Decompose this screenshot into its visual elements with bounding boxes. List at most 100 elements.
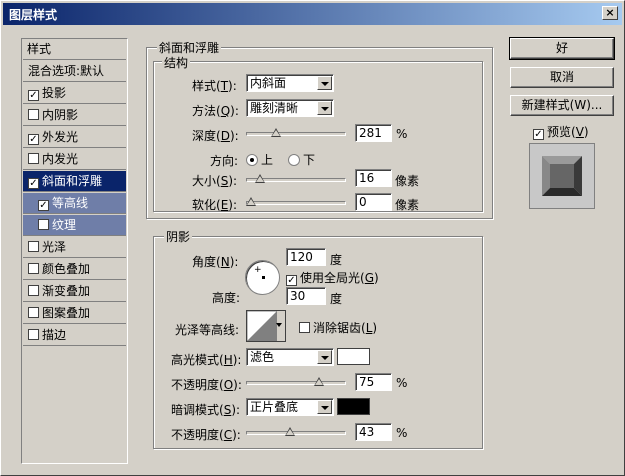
chevron-down-icon — [317, 101, 332, 115]
direction-down-radio[interactable]: 下 — [288, 151, 315, 168]
style-list-item[interactable]: 图案叠加 — [23, 303, 126, 324]
shadow-mode-select[interactable]: 正片叠底 — [246, 398, 334, 416]
style-label: 样式(T): — [192, 79, 237, 93]
depth-slider[interactable] — [246, 125, 346, 143]
contour-linear-icon — [247, 311, 277, 341]
preview-swatch-icon — [542, 156, 582, 196]
style-list-item[interactable]: 纹理 — [23, 215, 126, 236]
soften-slider-thumb[interactable] — [246, 197, 256, 206]
shadow-opacity-input[interactable]: 43 — [355, 423, 392, 441]
style-list-item-label: 外发光 — [42, 130, 79, 144]
crosshair-icon: + — [254, 265, 262, 275]
checkbox-empty-icon[interactable] — [28, 109, 39, 120]
checkbox-empty-icon[interactable] — [28, 285, 39, 296]
check-icon: ✓ — [286, 275, 297, 286]
angle-input[interactable]: 120 — [286, 248, 326, 266]
highlight-opacity-slider[interactable] — [246, 374, 346, 392]
global-light-checkbox[interactable]: ✓ 使用全局光(G) — [286, 269, 379, 286]
depth-input[interactable]: 281 — [355, 124, 392, 142]
direction-label: 方向: — [210, 154, 239, 168]
checkbox-empty-icon[interactable] — [38, 219, 49, 230]
depth-unit: % — [396, 127, 408, 141]
technique-select[interactable]: 雕刻清晰 — [246, 99, 334, 117]
style-list-item-label: 内发光 — [42, 152, 79, 166]
style-list-item[interactable]: 描边 — [23, 325, 126, 346]
size-input[interactable]: 16 — [355, 169, 392, 187]
style-list-item-label: 纹理 — [52, 218, 77, 232]
style-list-item-label: 等高线 — [52, 196, 89, 210]
close-button[interactable]: × — [602, 6, 618, 20]
highlight-opacity-thumb[interactable] — [314, 377, 324, 386]
style-list-item[interactable]: 内阴影 — [23, 105, 126, 126]
size-slider[interactable] — [246, 171, 346, 189]
structure-title: 结构 — [162, 54, 191, 71]
style-list-item[interactable]: ✓ 等高线 — [23, 193, 126, 214]
highlight-opacity-input[interactable]: 75 — [355, 373, 392, 391]
shadow-opacity-track — [246, 431, 346, 435]
gloss-contour-picker[interactable] — [246, 310, 286, 342]
shading-title: 阴影 — [164, 228, 193, 245]
antialias-checkbox[interactable]: 消除锯齿(L) — [299, 319, 377, 336]
soften-input[interactable]: 0 — [355, 193, 392, 211]
shadow-opacity-slider[interactable] — [246, 424, 346, 442]
style-list-item-label: 颜色叠加 — [42, 262, 91, 276]
highlight-color-swatch[interactable] — [337, 348, 370, 365]
style-list-item[interactable]: 内发光 — [23, 149, 126, 170]
style-list-item[interactable]: ✓ 外发光 — [23, 127, 126, 148]
preview-checkbox[interactable]: ✓ 预览(V) — [533, 123, 589, 140]
angle-dial[interactable]: + — [245, 260, 280, 295]
style-select[interactable]: 内斜面 — [246, 74, 334, 92]
checkbox-empty-icon[interactable] — [28, 263, 39, 274]
highlight-mode-value: 滤色 — [250, 350, 275, 364]
checkbox-empty-icon[interactable] — [28, 307, 39, 318]
highlight-mode-select[interactable]: 滤色 — [246, 348, 334, 366]
style-list-item[interactable]: ✓ 斜面和浮雕 — [23, 171, 126, 192]
technique-label: 方法(Q): — [192, 104, 239, 118]
highlight-opacity-unit: % — [396, 376, 408, 390]
depth-slider-thumb[interactable] — [271, 128, 281, 137]
radio-off-icon — [288, 154, 300, 166]
style-list-item-label: 描边 — [42, 328, 67, 342]
shadow-mode-label: 暗调模式(S): — [171, 403, 241, 417]
technique-select-value: 雕刻清晰 — [250, 101, 299, 115]
style-list-item[interactable]: 渐变叠加 — [23, 281, 126, 302]
layer-style-dialog: 图层样式 × 样式 混合选项:默认 ✓ 投影 内阴影 ✓ 外发光 内发光 ✓ 斜面和浮雕 ✓ 等高线纹… — [0, 0, 625, 476]
check-icon[interactable]: ✓ — [28, 90, 39, 101]
soften-slider[interactable] — [246, 194, 346, 212]
chevron-down-icon — [317, 350, 332, 364]
soften-unit: 像素 — [395, 198, 420, 212]
title-bar[interactable]: 图层样式 × — [3, 3, 622, 25]
style-list: 样式 混合选项:默认 ✓ 投影 内阴影 ✓ 外发光 内发光 ✓ 斜面和浮雕 ✓ 等高线 纹理 光泽 颜色叠加… — [21, 38, 128, 464]
checkbox-empty-icon[interactable] — [28, 153, 39, 164]
check-icon[interactable]: ✓ — [28, 178, 39, 189]
gloss-contour-label: 光泽等高线: — [175, 323, 240, 337]
style-list-item-label: 投影 — [42, 86, 67, 100]
cancel-button[interactable]: 取消 — [510, 67, 614, 88]
style-list-item[interactable]: 样式 — [23, 39, 126, 60]
style-list-item[interactable]: 颜色叠加 — [23, 259, 126, 280]
check-icon[interactable]: ✓ — [28, 134, 39, 145]
size-slider-thumb[interactable] — [255, 174, 265, 183]
altitude-input[interactable]: 30 — [286, 287, 326, 305]
style-list-item[interactable]: 混合选项:默认 — [23, 61, 126, 82]
direction-up-radio[interactable]: 上 — [246, 151, 273, 168]
checkbox-empty-icon — [299, 322, 310, 333]
style-list-item[interactable]: ✓ 投影 — [23, 83, 126, 104]
style-list-item-label: 渐变叠加 — [42, 284, 91, 298]
shadow-color-swatch[interactable] — [337, 398, 370, 415]
depth-label: 深度(D): — [192, 129, 239, 143]
shadow-opacity-label: 不透明度(C): — [171, 428, 241, 442]
ok-button[interactable]: 好 — [509, 37, 615, 60]
radio-on-icon — [246, 154, 258, 166]
checkbox-empty-icon[interactable] — [28, 329, 39, 340]
shadow-mode-value: 正片叠底 — [250, 400, 299, 414]
shadow-opacity-thumb[interactable] — [285, 427, 295, 436]
size-unit: 像素 — [395, 174, 420, 188]
check-icon[interactable]: ✓ — [38, 200, 49, 211]
angle-dial-dot — [262, 276, 265, 279]
size-label: 大小(S): — [192, 174, 238, 188]
style-list-item[interactable]: 光泽 — [23, 237, 126, 258]
altitude-label: 高度: — [212, 291, 241, 305]
checkbox-empty-icon[interactable] — [28, 241, 39, 252]
new-style-button[interactable]: 新建样式(W)... — [510, 95, 614, 116]
